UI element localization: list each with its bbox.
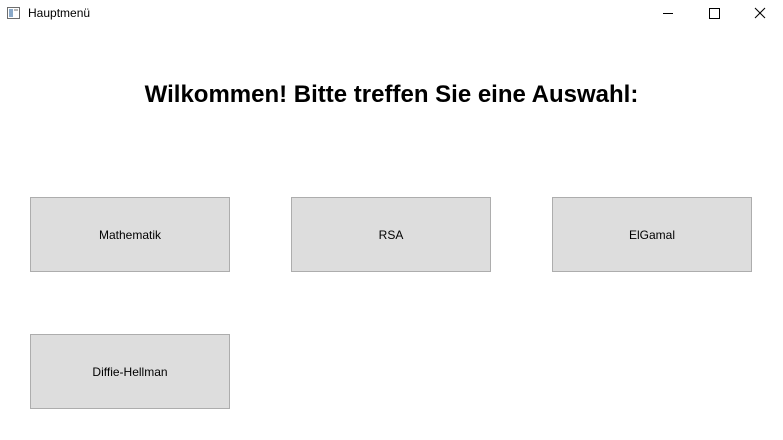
minimize-button[interactable]	[645, 0, 691, 28]
maximize-icon	[709, 8, 720, 19]
diffie-hellman-button[interactable]: Diffie-Hellman	[30, 334, 230, 409]
elgamal-button[interactable]: ElGamal	[552, 197, 752, 272]
main-window: Hauptmenü Wilkommen! Bitte treffen Sie e…	[0, 0, 783, 440]
rsa-button[interactable]: RSA	[291, 197, 491, 272]
window-title: Hauptmenü	[28, 6, 91, 20]
window-app-icon	[7, 7, 20, 19]
welcome-heading: Wilkommen! Bitte treffen Sie eine Auswah…	[144, 81, 639, 108]
maximize-button[interactable]	[691, 0, 737, 28]
title-bar[interactable]: Hauptmenü	[0, 0, 783, 28]
close-button[interactable]	[737, 0, 783, 28]
close-icon	[754, 7, 766, 19]
mathematik-button[interactable]: Mathematik	[30, 197, 230, 272]
minimize-icon	[663, 13, 673, 14]
